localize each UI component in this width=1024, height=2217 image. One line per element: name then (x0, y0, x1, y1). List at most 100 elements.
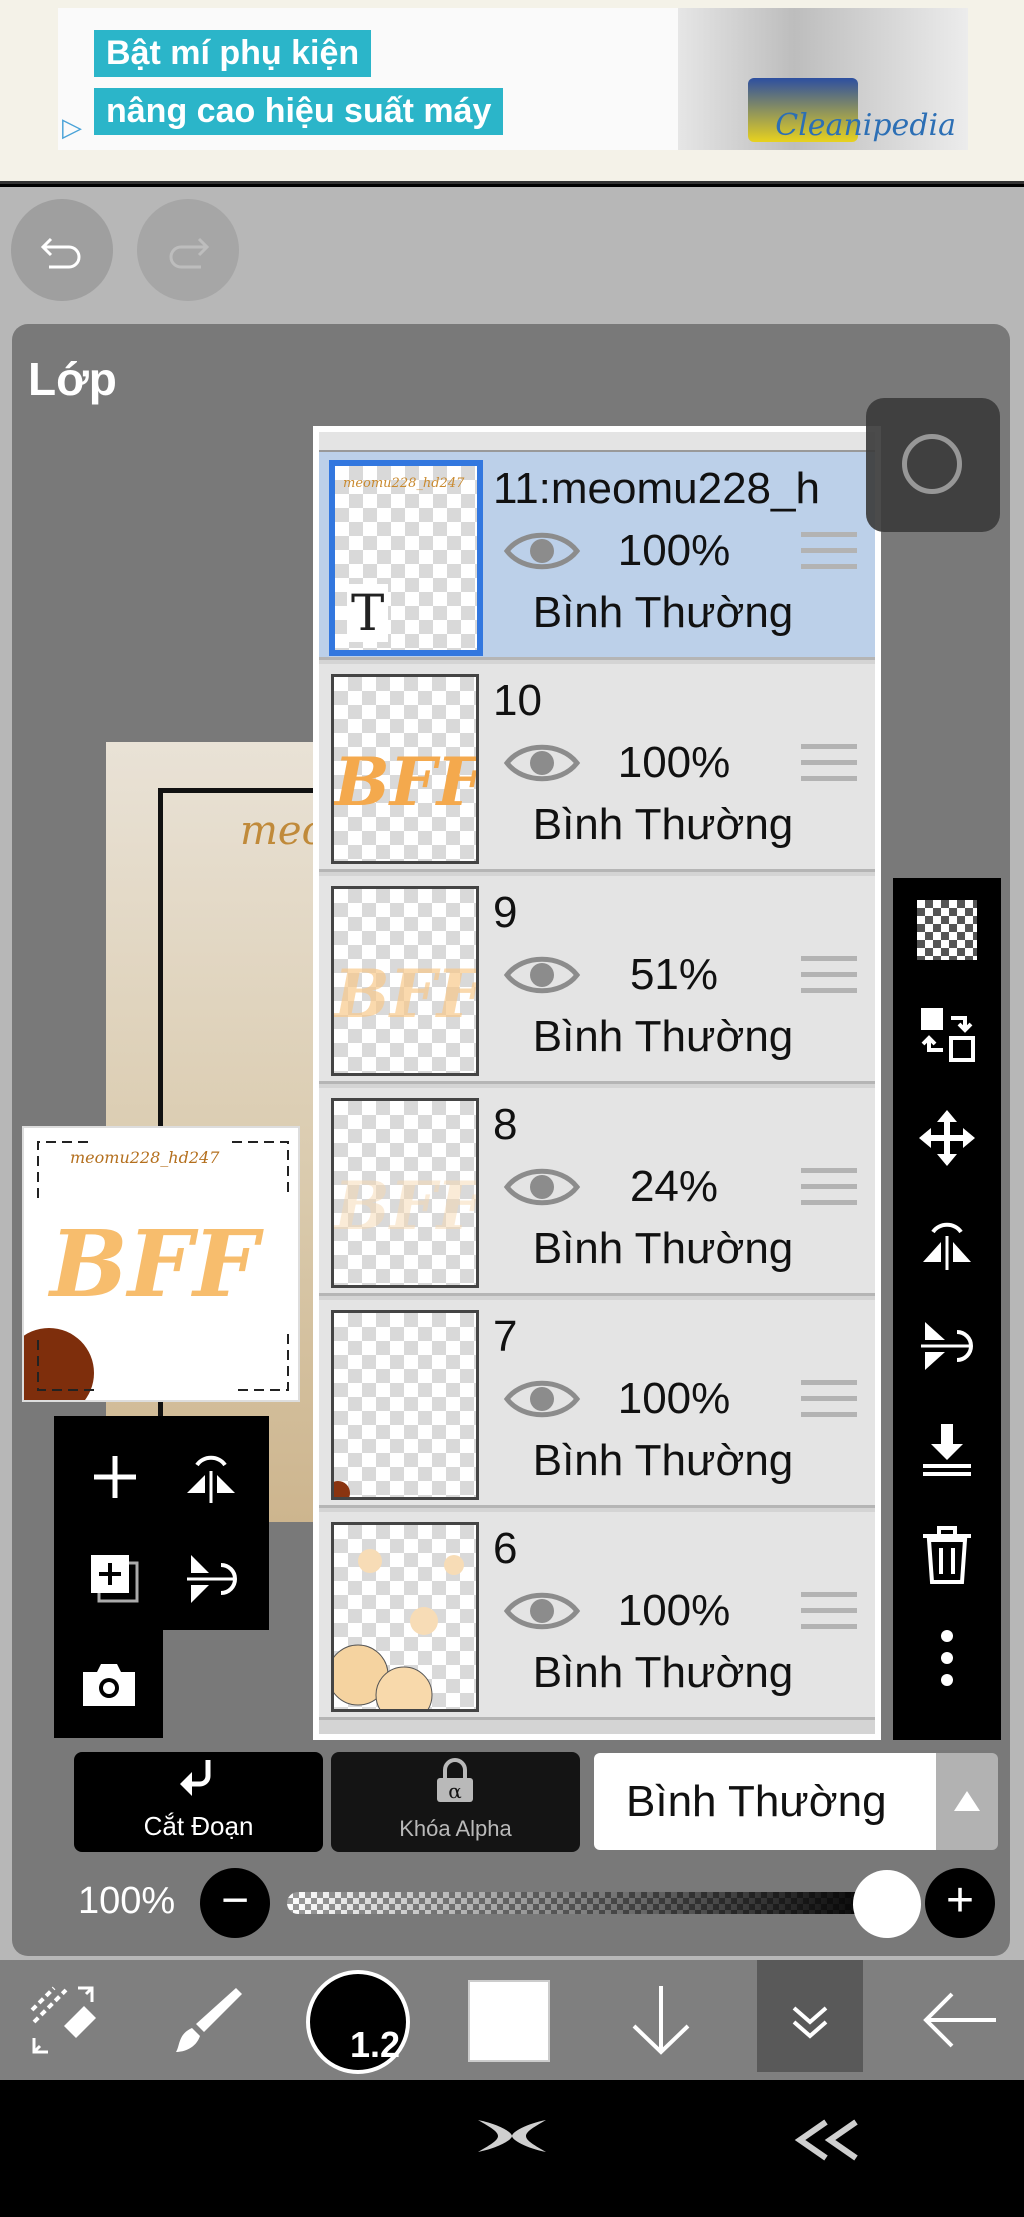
selection-eraser-icon (30, 1986, 96, 2054)
redo-button[interactable] (137, 199, 239, 301)
flip-vertical-button[interactable] (166, 1534, 256, 1624)
double-chevron-left-icon[interactable] (790, 2118, 862, 2167)
drag-handle-icon[interactable] (801, 744, 857, 792)
move-down-button[interactable] (601, 1960, 721, 2080)
layer-blend-mode: Bình Thường (532, 1648, 794, 1697)
floating-record-button[interactable] (866, 398, 1000, 532)
layer-blend-mode: Bình Thường (532, 588, 794, 637)
flip-vertical-layer-button[interactable] (893, 1294, 1001, 1398)
add-layer-button[interactable] (70, 1432, 160, 1522)
panel-title: Lớp (28, 353, 117, 405)
flip-horizontal-icon (187, 1455, 235, 1503)
layer-opacity: 51% (629, 950, 719, 999)
layer-list-scroll[interactable]: meomu228_hd247 T 11:meomu228_h 100% Bình… (319, 432, 875, 1734)
layer-thumbnail-art: BFF (334, 955, 479, 1033)
flip-horizontal-layer-button[interactable] (893, 1190, 1001, 1294)
layer-blend-mode: Bình Thường (532, 1436, 794, 1485)
undo-button[interactable] (11, 199, 113, 301)
ad-choices-icon[interactable]: ▷ (62, 112, 92, 142)
layer-thumbnail-art: BFF (334, 1167, 479, 1245)
flip-horizontal-button[interactable] (166, 1432, 256, 1522)
drag-handle-icon[interactable] (801, 1592, 857, 1640)
clip-arrow-icon (180, 1760, 211, 1796)
transparency-button[interactable] (893, 878, 1001, 982)
drag-handle-icon[interactable] (801, 1380, 857, 1428)
layer-blend-mode: Bình Thường (532, 1224, 794, 1273)
layer-list[interactable]: meomu228_hd247 T 11:meomu228_h 100% Bình… (313, 426, 881, 1740)
color-picker-button[interactable] (468, 1980, 550, 2062)
layer-row-9[interactable]: BFF 9 51% Bình Thường (319, 876, 875, 1084)
layer-thumbnail-art (334, 1481, 350, 1497)
layer-thumbnail: BFF (331, 674, 479, 864)
layer-row-partial[interactable] (319, 432, 875, 452)
opacity-increase-button[interactable]: + (925, 1868, 995, 1938)
visibility-eye-icon[interactable] (503, 526, 581, 581)
move-layer-button[interactable] (893, 1086, 1001, 1190)
opacity-decrease-button[interactable]: − (200, 1868, 270, 1938)
layer-row-7[interactable]: 7 100% Bình Thường (319, 1300, 875, 1508)
layer-thumbnail (331, 1310, 479, 1500)
drag-handle-icon[interactable] (801, 956, 857, 1004)
layer-row-11[interactable]: meomu228_hd247 T 11:meomu228_h 100% Bình… (319, 452, 875, 660)
plus-icon (94, 1456, 136, 1498)
camera-button[interactable] (64, 1640, 154, 1730)
swap-layer-button[interactable] (893, 982, 1001, 1086)
svg-text:α: α (448, 1779, 462, 1803)
opacity-slider-track[interactable] (287, 1892, 887, 1914)
layers-panel-toggle[interactable] (757, 1960, 863, 2072)
ad-content[interactable]: Bật mí phụ kiện nâng cao hiệu suất máy C… (58, 8, 968, 150)
chevron-up-icon (954, 1791, 980, 1811)
flip-vertical-icon (921, 1322, 973, 1370)
layer-tool-pad-lower (54, 1630, 163, 1738)
more-options-button[interactable] (893, 1606, 1001, 1710)
canvas-thumbnail[interactable]: meomu228_hd247 BFF (22, 1126, 300, 1402)
layer-thumbnail-art (334, 1549, 464, 1709)
flip-vertical-icon (187, 1555, 237, 1603)
opacity-value: 100% (78, 1880, 176, 1922)
layer-thumbnail-text: meomu228_hd247 (343, 476, 465, 491)
blend-mode-dropdown-toggle[interactable] (936, 1753, 998, 1850)
text-layer-icon: T (347, 584, 389, 642)
clipping-button[interactable]: Cắt Đoạn (74, 1752, 323, 1852)
layer-opacity: 24% (629, 1162, 719, 1211)
arrow-down-icon (632, 1986, 690, 2055)
merge-down-icon (923, 1424, 971, 1476)
layer-name: 10 (493, 676, 542, 725)
scissors-icon[interactable] (474, 2114, 550, 2163)
layer-thumbnail (331, 1522, 479, 1712)
double-chevron-down-icon (792, 2006, 828, 2039)
layer-opacity: 100% (617, 526, 731, 575)
back-button[interactable] (900, 1960, 1020, 2080)
layer-row-8[interactable]: BFF 8 24% Bình Thường (319, 1088, 875, 1296)
visibility-eye-icon[interactable] (503, 1162, 581, 1217)
redo-icon (169, 237, 210, 269)
ad-banner[interactable]: Bật mí phụ kiện nâng cao hiệu suất máy C… (0, 0, 1024, 184)
delete-layer-button[interactable] (893, 1502, 1001, 1606)
opacity-slider-handle[interactable] (853, 1870, 921, 1938)
drag-handle-icon[interactable] (801, 1168, 857, 1216)
visibility-eye-icon[interactable] (503, 1374, 581, 1429)
visibility-eye-icon[interactable] (503, 738, 581, 793)
screen: Bật mí phụ kiện nâng cao hiệu suất máy C… (0, 0, 1024, 2217)
flip-horizontal-icon (923, 1222, 971, 1270)
clipping-label: Cắt Đoạn (143, 1811, 254, 1841)
layer-row-10[interactable]: BFF 10 100% Bình Thường (319, 664, 875, 872)
visibility-eye-icon[interactable] (503, 950, 581, 1005)
layer-opacity: 100% (617, 1374, 731, 1423)
visibility-eye-icon[interactable] (503, 1586, 581, 1641)
more-vertical-icon (941, 1630, 953, 1686)
layer-blend-mode: Bình Thường (532, 1012, 794, 1061)
layer-name: 6 (493, 1524, 518, 1573)
tool-switch-button[interactable] (4, 1960, 124, 2080)
blend-mode-select[interactable]: Bình Thường (594, 1753, 936, 1850)
drag-handle-icon[interactable] (801, 532, 857, 580)
brush-tool-button[interactable] (148, 1960, 268, 2080)
merge-down-button[interactable] (893, 1398, 1001, 1502)
duplicate-layer-icon (91, 1555, 139, 1603)
move-icon (919, 1110, 975, 1166)
duplicate-layer-button[interactable] (70, 1534, 160, 1624)
layer-row-6[interactable]: 6 100% Bình Thường (319, 1512, 875, 1720)
layer-tool-pad (54, 1416, 269, 1630)
lock-icon: α (437, 1758, 473, 1803)
alpha-lock-button[interactable]: α Khóa Alpha (331, 1752, 580, 1852)
